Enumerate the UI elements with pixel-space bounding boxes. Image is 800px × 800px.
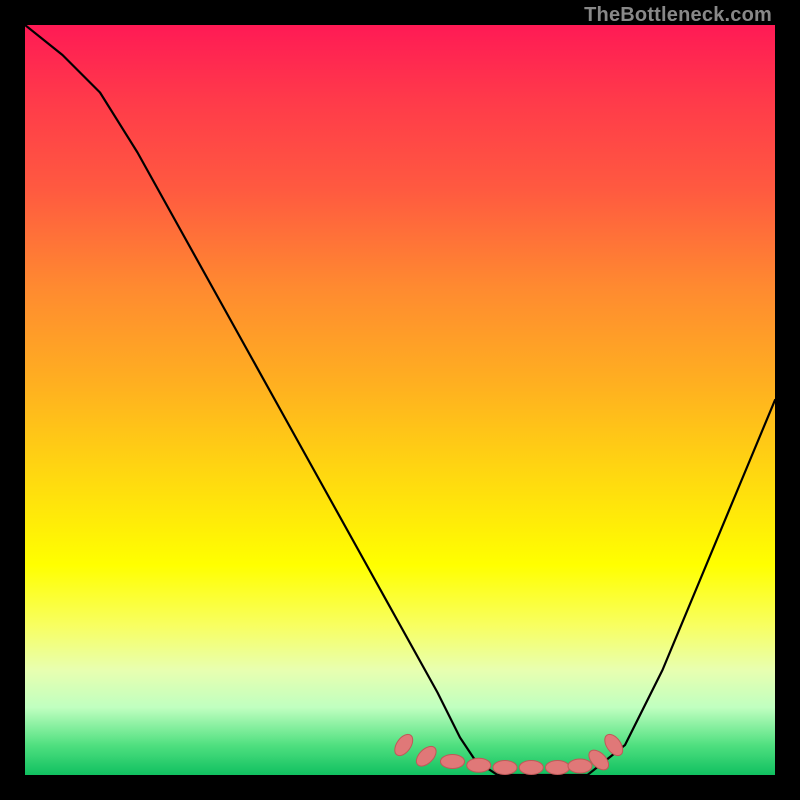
valley-marker <box>493 761 517 775</box>
valley-marker <box>467 758 491 772</box>
valley-marker <box>546 761 570 775</box>
plot-area <box>25 25 775 775</box>
valley-marker <box>441 755 465 769</box>
valley-marker <box>568 759 592 773</box>
valley-marker <box>413 743 440 770</box>
watermark-text: TheBottleneck.com <box>584 4 772 27</box>
valley-marker <box>601 731 626 759</box>
bottleneck-curve <box>25 25 775 775</box>
curve-svg <box>25 25 775 775</box>
valley-marker <box>519 761 543 775</box>
marker-group <box>391 731 626 774</box>
chart-container: TheBottleneck.com <box>0 0 800 800</box>
valley-marker <box>391 731 416 759</box>
